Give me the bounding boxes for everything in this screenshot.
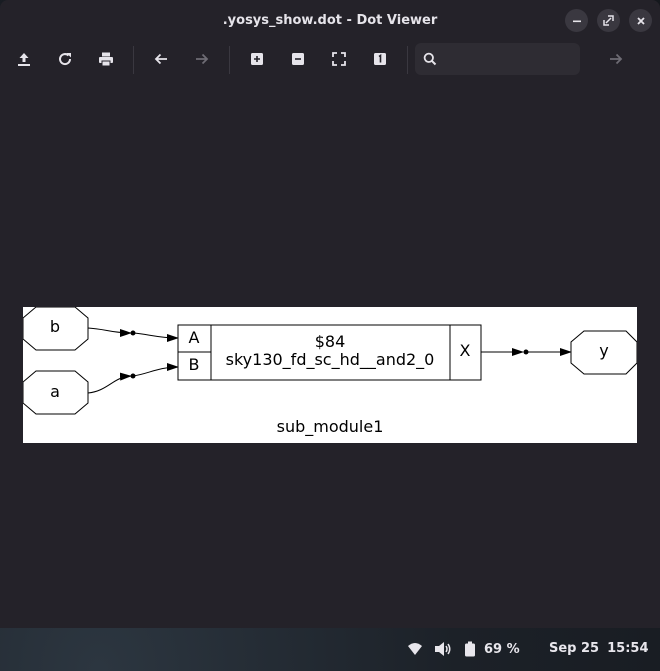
close-icon	[636, 16, 645, 25]
minimize-icon	[572, 20, 581, 22]
find-next-button[interactable]	[605, 48, 627, 70]
search-input[interactable]	[443, 51, 567, 67]
reload-icon	[59, 53, 72, 66]
wire-b	[87, 327, 132, 337]
toolbar-separator	[229, 46, 230, 74]
toolbar-separator	[133, 46, 134, 74]
print-button[interactable]	[95, 48, 117, 70]
graph-canvas[interactable]: b a A B $84 sky130_fd_sc_hd__and2_0 X y …	[22, 306, 638, 443]
zoom-in-button[interactable]	[246, 48, 268, 70]
zoom-100-icon	[374, 53, 386, 65]
zoom-in-icon	[251, 53, 263, 65]
time-label: 15:54	[607, 641, 649, 656]
cell-port-x: X	[460, 341, 471, 360]
volume-icon	[435, 642, 451, 656]
zoom-fit-icon	[332, 52, 346, 66]
cell-port-b: B	[189, 355, 200, 374]
input-port-a-label: a	[50, 382, 60, 401]
forward-button[interactable]	[191, 48, 213, 70]
cell-id: $84	[315, 332, 346, 351]
cell-type: sky130_fd_sc_hd__and2_0	[226, 350, 435, 370]
wifi-icon	[408, 643, 422, 655]
zoom-out-button[interactable]	[287, 48, 309, 70]
forward-icon	[196, 53, 209, 65]
module-label: sub_module1	[277, 417, 384, 437]
battery-icon	[465, 641, 475, 657]
open-icon	[18, 53, 30, 66]
reload-button[interactable]	[54, 48, 76, 70]
close-button[interactable]	[629, 9, 652, 32]
minimize-button[interactable]	[565, 9, 588, 32]
search-icon	[423, 52, 437, 66]
date-label: Sep 25	[549, 641, 600, 656]
clock[interactable]: Sep 25 15:54	[549, 641, 649, 656]
search-box[interactable]	[415, 43, 580, 75]
output-port-y-label: y	[599, 341, 608, 360]
cell-port-a: A	[189, 328, 200, 347]
back-icon	[154, 53, 167, 65]
zoom-fit-button[interactable]	[328, 48, 350, 70]
zoom-out-icon	[292, 53, 304, 65]
zoom-100-button[interactable]	[369, 48, 391, 70]
maximize-button[interactable]	[597, 9, 620, 32]
battery-indicator[interactable]: 69 %	[464, 641, 520, 657]
volume-indicator[interactable]	[434, 641, 452, 657]
taskbar: 69 % Sep 25 15:54	[0, 628, 660, 671]
wifi-indicator[interactable]	[407, 641, 423, 657]
wire-a	[87, 372, 132, 394]
window-controls	[565, 9, 652, 32]
battery-percent: 69 %	[484, 641, 520, 657]
back-button[interactable]	[150, 48, 172, 70]
title-bar[interactable]: .yosys_show.dot - Dot Viewer	[0, 0, 660, 40]
wire-b-to-A	[132, 332, 179, 342]
input-port-b-label: b	[50, 317, 60, 336]
wire-a-to-B	[132, 363, 179, 377]
maximize-icon	[603, 15, 614, 26]
find-next-icon	[610, 53, 623, 65]
toolbar-separator	[407, 46, 408, 74]
netlist-graph: b a A B $84 sky130_fd_sc_hd__and2_0 X y …	[22, 306, 638, 437]
window-title: .yosys_show.dot - Dot Viewer	[222, 12, 438, 28]
dot-viewer-window: .yosys_show.dot - Dot Viewer b a A B $84…	[0, 0, 660, 628]
open-button[interactable]	[13, 48, 35, 70]
print-icon	[99, 52, 113, 67]
toolbar	[0, 40, 660, 78]
